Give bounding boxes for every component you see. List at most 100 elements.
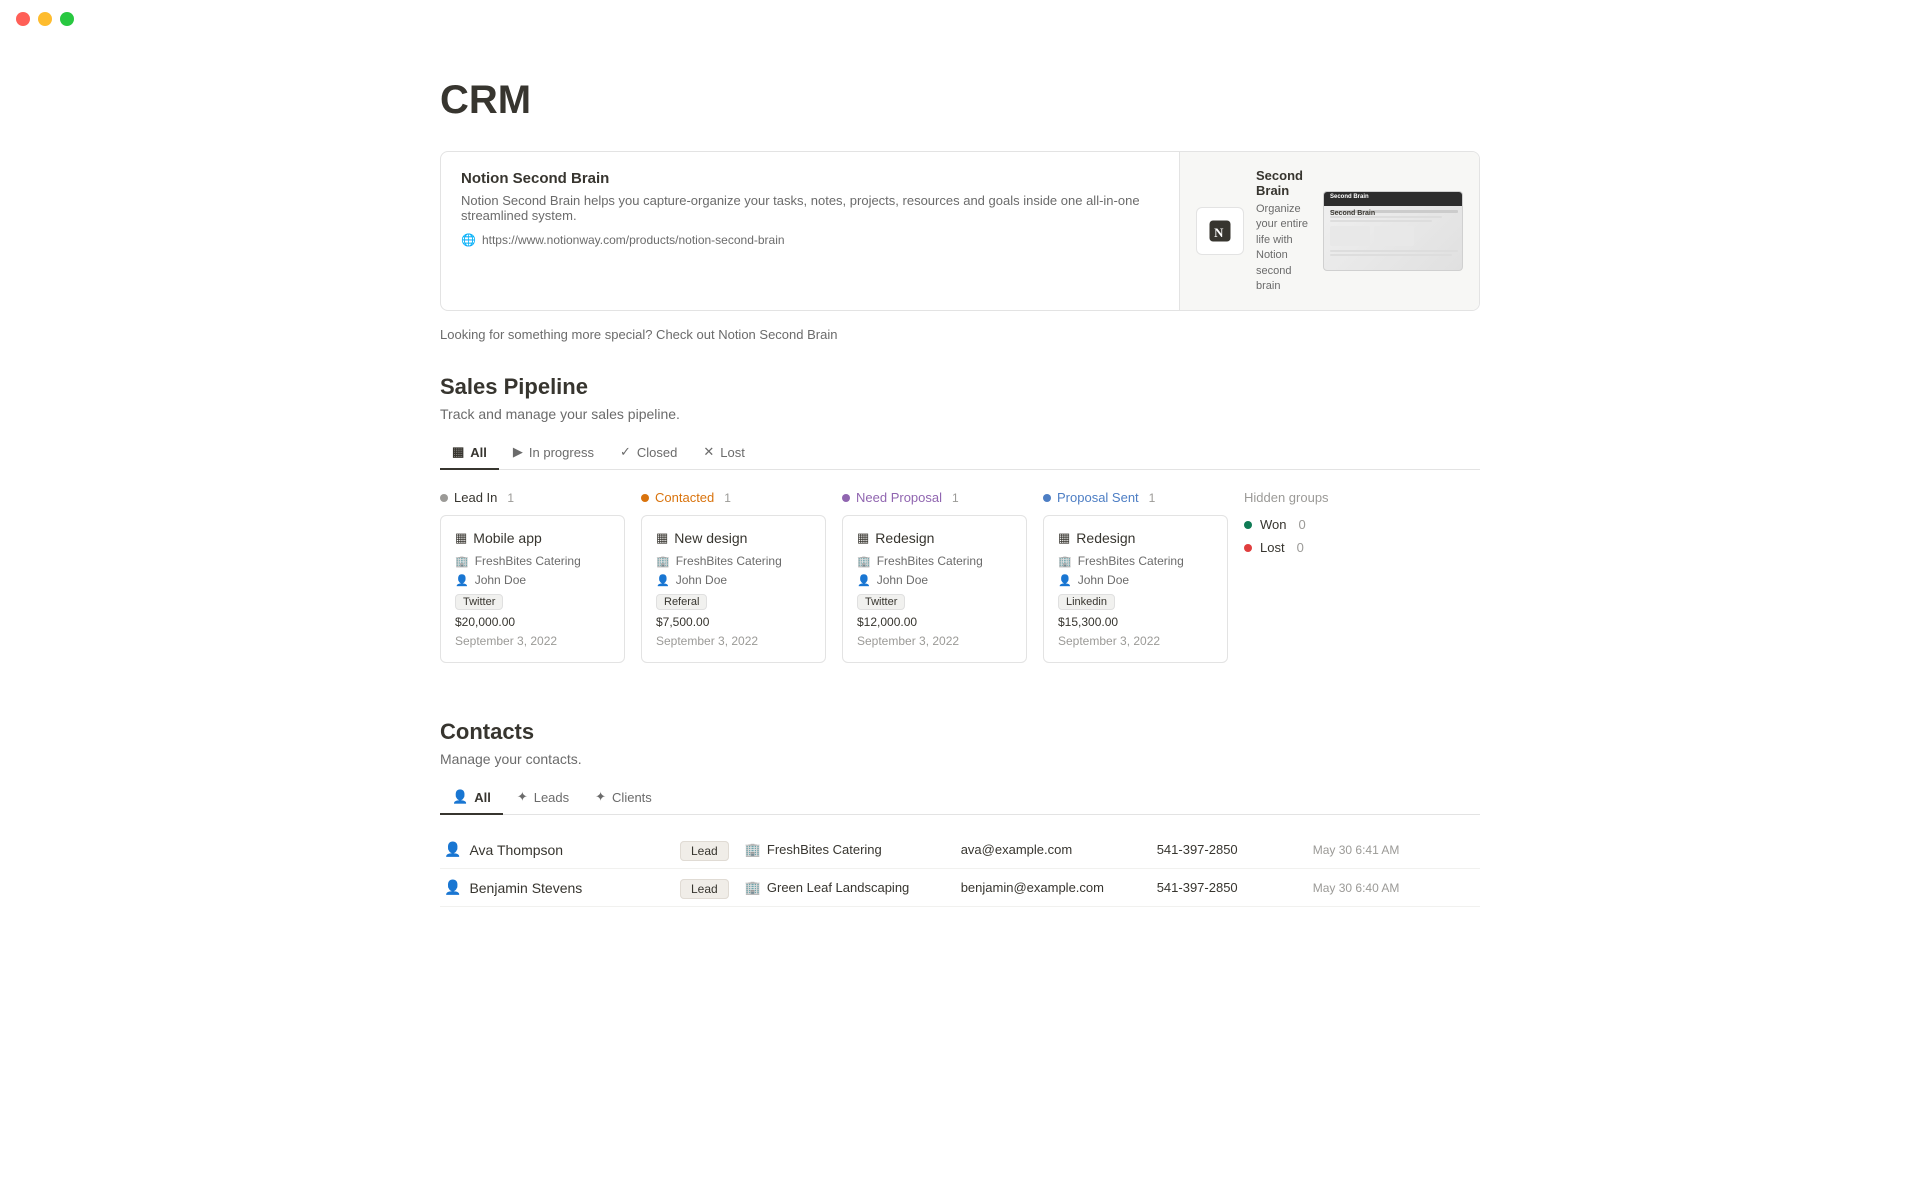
column-proposal-sent: Proposal Sent 1 ▦ Redesign 🏢 FreshBites … [1043, 490, 1228, 663]
banner-description: Notion Second Brain helps you capture-or… [461, 193, 1159, 223]
column-count-contacted: 1 [724, 491, 731, 505]
contact-company-text-ava: FreshBites Catering [767, 842, 882, 857]
column-header-contacted: Contacted 1 [641, 490, 826, 505]
card-person-row-3: 👤 John Doe [857, 573, 1012, 587]
tab-lost-label: Lost [720, 445, 745, 460]
minimize-button[interactable] [38, 12, 52, 26]
card-redesign-ps[interactable]: ▦ Redesign 🏢 FreshBites Catering 👤 John … [1043, 515, 1228, 663]
tab-closed[interactable]: ✓ Closed [608, 438, 689, 470]
card-company-row-2: 🏢 FreshBites Catering [656, 554, 811, 568]
contact-email-benjamin: benjamin@example.com [961, 880, 1141, 895]
column-label-lead-in: Lead In [454, 490, 497, 505]
pipeline-board: Lead In 1 ▦ Mobile app 🏢 FreshBites Cate… [440, 490, 1480, 679]
dot-lost [1244, 544, 1252, 552]
card-person-row: 👤 John Doe [455, 573, 610, 587]
window-chrome [0, 0, 1920, 38]
hidden-group-lost[interactable]: Lost 0 [1244, 540, 1404, 555]
tab-lost-icon: ✕ [703, 444, 714, 460]
card-title-text-2: New design [674, 530, 747, 546]
tab-all-icon: ▦ [452, 444, 464, 460]
card-amount: $20,000.00 [455, 615, 610, 629]
card-date: September 3, 2022 [455, 634, 610, 648]
column-count-lead-in: 1 [507, 491, 514, 505]
card-redesign-np[interactable]: ▦ Redesign 🏢 FreshBites Catering 👤 John … [842, 515, 1027, 663]
banner-title: Notion Second Brain [461, 170, 1159, 187]
contact-badge-ava: Lead [680, 841, 729, 861]
contact-tab-clients[interactable]: ✦ Clients [583, 783, 664, 815]
hidden-group-lost-label: Lost [1260, 540, 1285, 555]
contact-badge-benjamin: Lead [680, 879, 729, 899]
person-icon-4: 👤 [1058, 574, 1072, 587]
close-button[interactable] [16, 12, 30, 26]
contacts-title: Contacts [440, 719, 1480, 745]
contact-row-benjamin[interactable]: 👤 Benjamin Stevens Lead 🏢 Green Leaf Lan… [440, 869, 1480, 907]
tab-in-progress-label: In progress [529, 445, 594, 460]
contact-name-ava: 👤 Ava Thompson [444, 841, 664, 858]
column-header-lead-in: Lead In 1 [440, 490, 625, 505]
card-date-3: September 3, 2022 [857, 634, 1012, 648]
tab-lost[interactable]: ✕ Lost [691, 438, 756, 470]
hidden-group-lost-count: 0 [1297, 540, 1304, 555]
card-tag-2: Referal [656, 594, 707, 610]
looking-for-text: Looking for something more special? Chec… [440, 327, 1480, 342]
column-header-need-proposal: Need Proposal 1 [842, 490, 1027, 505]
card-date-2: September 3, 2022 [656, 634, 811, 648]
card-amount-4: $15,300.00 [1058, 615, 1213, 629]
tab-in-progress-icon: ▶ [513, 444, 523, 460]
card-company: FreshBites Catering [475, 554, 581, 568]
preview-brain-title: Second Brain [1256, 168, 1311, 198]
globe-icon: 🌐 [461, 233, 476, 247]
preview-screenshot: Second Brain [1323, 191, 1463, 271]
dot-contacted [641, 494, 649, 502]
contact-name-text-benjamin: Benjamin Stevens [469, 880, 582, 896]
card-title-text-3: Redesign [875, 530, 934, 546]
sales-pipeline-tabs: ▦ All ▶ In progress ✓ Closed ✕ Lost [440, 438, 1480, 470]
person-icon: 👤 [455, 574, 469, 587]
card-company-row: 🏢 FreshBites Catering [455, 554, 610, 568]
card-amount-2: $7,500.00 [656, 615, 811, 629]
column-header-proposal-sent: Proposal Sent 1 [1043, 490, 1228, 505]
card-company-4: FreshBites Catering [1078, 554, 1184, 568]
banner-preview: N Second Brain Organize your entire life… [1179, 152, 1479, 310]
card-company-3: FreshBites Catering [877, 554, 983, 568]
card-title-text: Mobile app [473, 530, 542, 546]
card-company-2: FreshBites Catering [676, 554, 782, 568]
hidden-group-won[interactable]: Won 0 [1244, 517, 1404, 532]
card-title-text-4: Redesign [1076, 530, 1135, 546]
contact-company-text-benjamin: Green Leaf Landscaping [767, 880, 909, 895]
card-company-row-3: 🏢 FreshBites Catering [857, 554, 1012, 568]
page-content: CRM Notion Second Brain Notion Second Br… [360, 38, 1560, 947]
contact-email-ava: ava@example.com [961, 842, 1141, 857]
sales-pipeline-section: Sales Pipeline Track and manage your sal… [440, 374, 1480, 679]
card-title-icon: ▦ [455, 530, 467, 546]
column-lead-in: Lead In 1 ▦ Mobile app 🏢 FreshBites Cate… [440, 490, 625, 663]
svg-text:N: N [1214, 226, 1224, 240]
contact-tab-all[interactable]: 👤 All [440, 783, 503, 815]
contact-tab-leads-label: Leads [534, 790, 569, 805]
contact-row-ava[interactable]: 👤 Ava Thompson Lead 🏢 FreshBites Caterin… [440, 831, 1480, 869]
card-new-design[interactable]: ▦ New design 🏢 FreshBites Catering 👤 Joh… [641, 515, 826, 663]
contact-tab-leads[interactable]: ✦ Leads [505, 783, 581, 815]
contact-tab-all-label: All [474, 790, 491, 805]
contact-name-benjamin: 👤 Benjamin Stevens [444, 879, 664, 896]
contact-company-ava: 🏢 FreshBites Catering [745, 842, 945, 858]
notion-banner[interactable]: Notion Second Brain Notion Second Brain … [440, 151, 1480, 311]
card-tag-4: Linkedin [1058, 594, 1115, 610]
screenshot-label: Second Brain [1330, 194, 1369, 200]
person-icon-2: 👤 [656, 574, 670, 587]
card-title-redesign-np: ▦ Redesign [857, 530, 1012, 546]
tab-all[interactable]: ▦ All [440, 438, 499, 470]
card-title-icon-2: ▦ [656, 530, 668, 546]
contact-phone-ava: 541-397-2850 [1157, 842, 1297, 857]
hidden-group-won-count: 0 [1299, 517, 1306, 532]
page-title: CRM [440, 78, 1480, 123]
maximize-button[interactable] [60, 12, 74, 26]
card-mobile-app[interactable]: ▦ Mobile app 🏢 FreshBites Catering 👤 Joh… [440, 515, 625, 663]
tab-in-progress[interactable]: ▶ In progress [501, 438, 606, 470]
hidden-group-won-label: Won [1260, 517, 1287, 532]
tab-all-label: All [470, 445, 487, 460]
contact-date-ava: May 30 6:41 AM [1313, 843, 1400, 857]
card-date-4: September 3, 2022 [1058, 634, 1213, 648]
column-need-proposal: Need Proposal 1 ▦ Redesign 🏢 FreshBites … [842, 490, 1027, 663]
contacts-section: Contacts Manage your contacts. 👤 All ✦ L… [440, 719, 1480, 907]
